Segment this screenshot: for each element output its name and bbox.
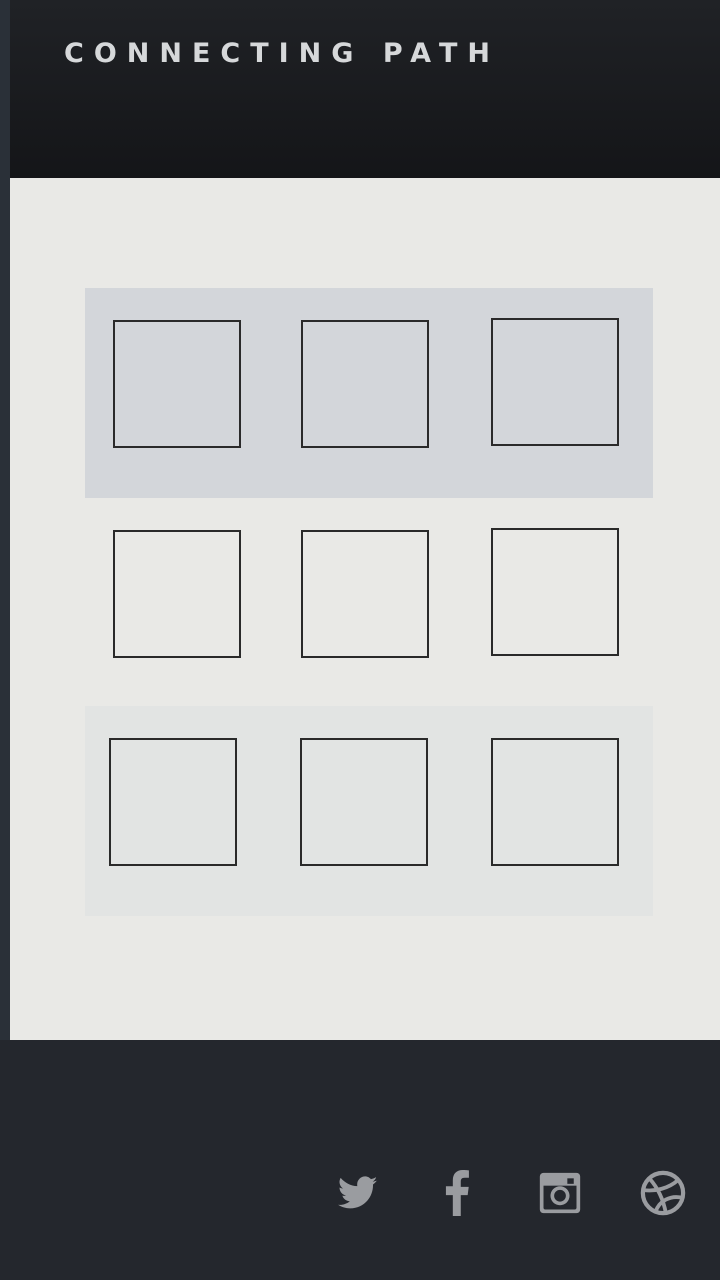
twitter-icon[interactable] <box>333 1168 383 1218</box>
grid-cell-r2c1[interactable] <box>113 530 241 658</box>
grid-cell-r3c3[interactable] <box>491 738 619 866</box>
grid-cell-r3c2[interactable] <box>300 738 428 866</box>
grid-row-2 <box>85 498 653 708</box>
dribbble-icon[interactable] <box>638 1168 688 1218</box>
app-screen: CONNECTING PATH <box>0 0 720 1280</box>
facebook-icon[interactable] <box>432 1168 482 1218</box>
grid-cell-r1c1[interactable] <box>113 320 241 448</box>
grid-row-3 <box>85 706 653 916</box>
page-title: CONNECTING PATH <box>64 38 500 69</box>
grid-row-1 <box>85 288 653 498</box>
grid-cell-r1c3[interactable] <box>491 318 619 446</box>
game-area <box>10 178 720 1040</box>
footer-bar <box>0 1040 720 1280</box>
grid-cell-r2c3[interactable] <box>491 528 619 656</box>
grid-cell-r2c2[interactable] <box>301 530 429 658</box>
grid-cell-r3c1[interactable] <box>109 738 237 866</box>
header-bar: CONNECTING PATH <box>10 0 720 180</box>
instagram-icon[interactable] <box>535 1168 585 1218</box>
grid-cell-r1c2[interactable] <box>301 320 429 448</box>
